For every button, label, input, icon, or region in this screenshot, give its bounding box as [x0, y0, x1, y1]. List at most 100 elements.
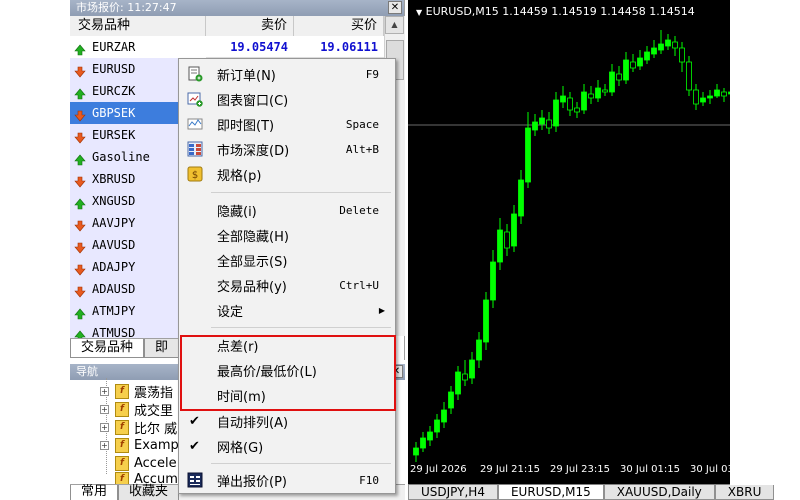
- tick-chart-icon: [187, 118, 203, 130]
- chart-tabs: USDJPY,H4 EURUSD,M15 XAUUSD,Daily XBRU: [408, 484, 775, 500]
- tab-common[interactable]: 常用: [70, 485, 119, 500]
- new-order-icon: [188, 66, 203, 82]
- menu-item-label: 网格(G): [217, 440, 264, 456]
- column-header-symbol[interactable]: 交易品种: [70, 16, 206, 36]
- tab-tick-chart[interactable]: 即: [144, 339, 180, 358]
- tree-item[interactable]: + f 成交里: [100, 400, 174, 419]
- expand-icon[interactable]: +: [100, 422, 109, 432]
- symbol-name: ADAJPY: [92, 260, 136, 274]
- symbol-name: EURCZK: [92, 84, 136, 98]
- up-arrow-icon: [74, 41, 86, 56]
- indicator-icon: f: [115, 437, 129, 453]
- checkmark-icon: ✔: [189, 438, 200, 454]
- indicator-icon: f: [115, 419, 129, 435]
- bullish-candle: [553, 99, 559, 127]
- down-arrow-icon: [74, 173, 86, 188]
- bearish-candle: [616, 73, 622, 81]
- tab-favorites[interactable]: 收藏夹: [118, 485, 180, 500]
- bullish-candle: [560, 95, 566, 103]
- menu-item-shortcut: Alt+B: [345, 142, 379, 156]
- bearish-candle: [721, 91, 727, 97]
- menu-item-specification[interactable]: $ 规格(p): [179, 162, 395, 186]
- bullish-candle: [448, 391, 454, 409]
- menu-item-hide[interactable]: 隐藏(i) Delete: [179, 198, 395, 222]
- expand-icon[interactable]: +: [100, 404, 109, 414]
- bullish-candle: [539, 117, 545, 125]
- bearish-candle: [567, 97, 573, 111]
- bullish-candle: [483, 299, 489, 343]
- down-arrow-icon: [74, 217, 86, 232]
- up-arrow-icon: [74, 85, 86, 100]
- bullish-candle: [441, 409, 447, 423]
- menu-item-label: 自动排列(A): [217, 415, 289, 431]
- menu-item-label: 交易品种(y): [217, 279, 287, 295]
- scroll-up-icon[interactable]: ▲: [385, 16, 404, 34]
- expand-icon[interactable]: +: [100, 386, 109, 396]
- close-icon[interactable]: ✕: [388, 1, 402, 14]
- chart-tab-active[interactable]: EURUSD,M15: [497, 485, 604, 500]
- tree-item[interactable]: + f 比尔 威: [100, 418, 177, 437]
- menu-item-new-order[interactable]: 新订单(N) F9: [179, 62, 395, 86]
- bullish-candle: [595, 87, 601, 99]
- chart-tab[interactable]: USDJPY,H4: [408, 485, 498, 500]
- tab-symbols[interactable]: 交易品种: [70, 339, 145, 358]
- symbol-name: AAVJPY: [92, 216, 136, 230]
- bearish-candle: [574, 107, 580, 113]
- bullish-candle: [728, 91, 730, 95]
- column-header-ask[interactable]: 买价: [294, 16, 384, 36]
- bullish-candle: [420, 437, 426, 449]
- menu-item-shortcut: F10: [359, 473, 379, 487]
- menu-item-label: 隐藏(i): [217, 204, 257, 220]
- ask-price: 19.06111: [320, 40, 378, 54]
- popup-prices-icon: [187, 472, 203, 488]
- menu-item-show-all[interactable]: 全部显示(S): [179, 248, 395, 272]
- bullish-candle: [581, 91, 587, 111]
- tree-item-label: 成交里: [134, 403, 174, 419]
- x-tick-label: 30 Jul 01:15: [620, 464, 680, 475]
- price-chart[interactable]: ▼ EURUSD,M15 1.14459 1.14519 1.14458 1.1…: [408, 0, 730, 500]
- menu-separator: [211, 463, 391, 464]
- chart-tab[interactable]: XBRU: [714, 485, 775, 500]
- table-row[interactable]: EURZAR 19.05474 19.06111: [70, 36, 384, 58]
- chart-tab[interactable]: XAUUSD,Daily: [603, 485, 715, 500]
- bullish-candle: [511, 213, 517, 247]
- column-header-bid[interactable]: 卖价: [206, 16, 294, 36]
- bullish-candle: [525, 127, 531, 183]
- bullish-candle: [490, 261, 496, 301]
- bullish-candle: [714, 89, 720, 97]
- down-arrow-icon: [74, 261, 86, 276]
- up-arrow-icon: [74, 151, 86, 166]
- down-arrow-icon: [74, 239, 86, 254]
- menu-item-chart-window[interactable]: 图表窗口(C): [179, 87, 395, 111]
- bearish-candle: [602, 89, 608, 93]
- menu-separator: [211, 192, 391, 193]
- menu-item-shortcut: Ctrl+U: [339, 278, 379, 292]
- market-watch-title: 市场报价: 11:27:47: [76, 1, 177, 14]
- bid-price: 19.05474: [230, 40, 288, 54]
- bullish-candle: [413, 447, 419, 456]
- expand-icon[interactable]: +: [100, 440, 109, 450]
- tree-item[interactable]: + f 震荡指: [100, 382, 173, 401]
- checkmark-icon: ✔: [189, 413, 200, 429]
- tree-item-label: Exampl: [134, 437, 183, 453]
- menu-separator: [211, 327, 391, 328]
- up-arrow-icon: [74, 195, 86, 210]
- submenu-arrow-icon: ▶: [378, 305, 385, 315]
- bullish-candle: [434, 419, 440, 433]
- menu-item-market-depth[interactable]: 市场深度(D) Alt+B: [179, 137, 395, 161]
- menu-item-tick-chart[interactable]: 即时图(T) Space: [179, 112, 395, 136]
- bullish-candle: [518, 179, 524, 217]
- menu-item-auto-arrange[interactable]: ✔ 自动排列(A): [179, 409, 395, 433]
- menu-item-symbols[interactable]: 交易品种(y) Ctrl+U: [179, 273, 395, 297]
- menu-item-popup-prices[interactable]: 弹出报价(P) F10: [179, 468, 395, 492]
- menu-item-hide-all[interactable]: 全部隐藏(H): [179, 223, 395, 247]
- menu-item-label: 设定: [217, 304, 244, 320]
- bearish-candle: [462, 373, 468, 381]
- bearish-candle: [693, 89, 699, 105]
- menu-item-settings[interactable]: 设定 ▶: [179, 298, 395, 322]
- symbol-name: EURSEK: [92, 128, 136, 142]
- bullish-candle: [623, 59, 629, 81]
- menu-item-grid[interactable]: ✔ 网格(G): [179, 434, 395, 458]
- candlestick-chart: [408, 30, 730, 462]
- tree-item[interactable]: + f Exampl: [100, 436, 182, 454]
